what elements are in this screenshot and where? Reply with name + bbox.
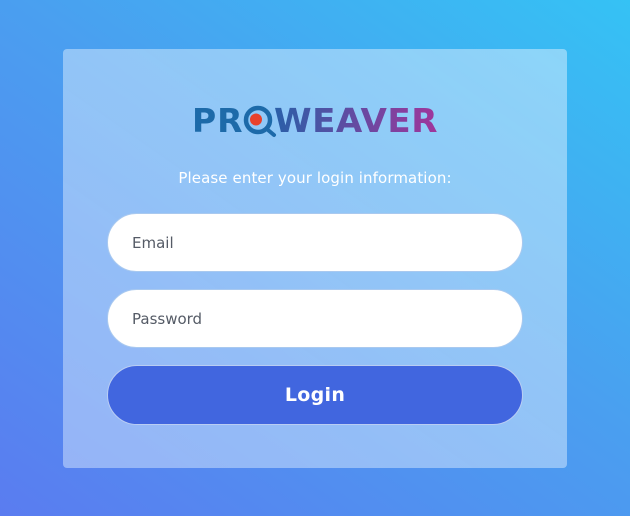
svg-text:WEAVER: WEAVER: [274, 101, 438, 140]
svg-text:PR: PR: [192, 101, 244, 140]
password-input[interactable]: [107, 289, 523, 348]
login-instructions: Please enter your login information:: [178, 169, 452, 187]
email-input[interactable]: [107, 213, 523, 272]
login-card: PR WEAVER Please enter your login inform…: [63, 49, 567, 468]
proweaver-logo: PR WEAVER: [192, 101, 438, 140]
login-button[interactable]: Login: [107, 365, 523, 425]
logo-dot-icon: [250, 113, 262, 126]
